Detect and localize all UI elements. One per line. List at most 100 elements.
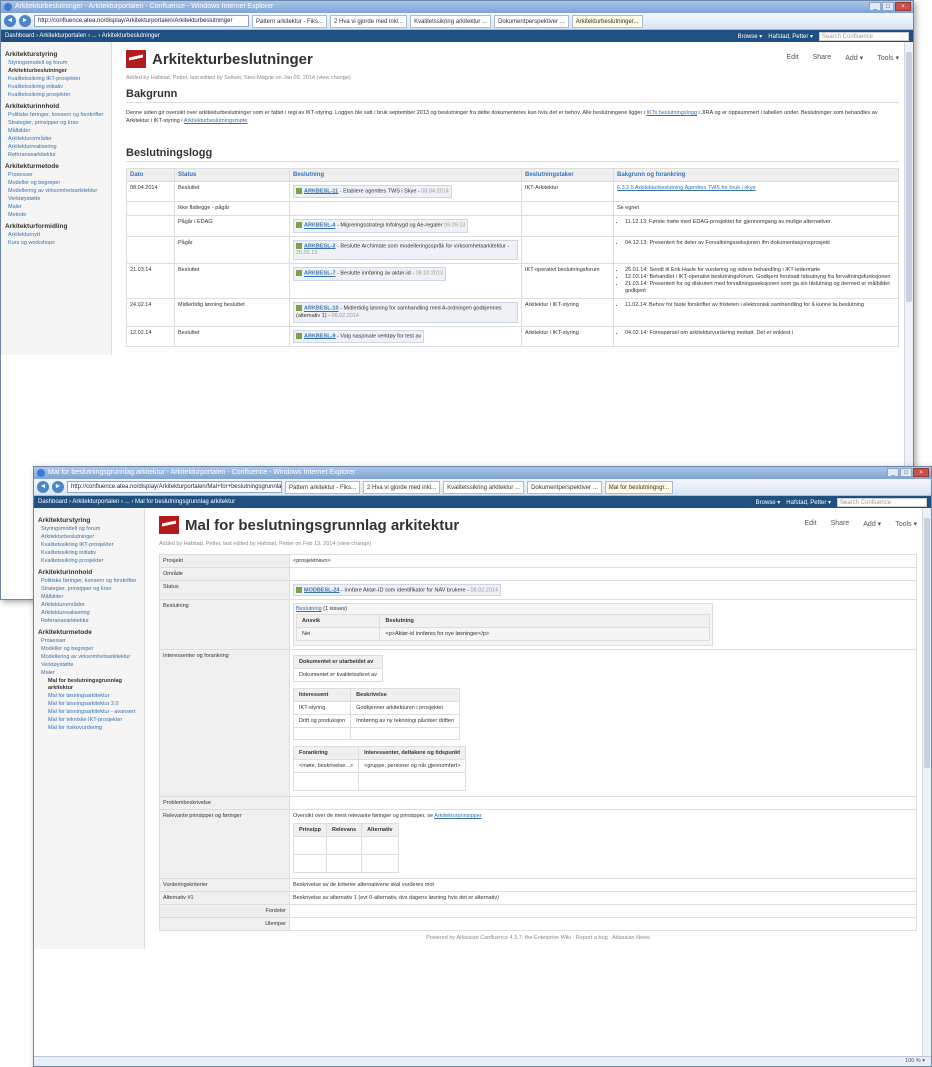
tab[interactable]: Kvalitetssikring arkitektur ... xyxy=(443,480,525,494)
sidebar-item[interactable]: Arkitekturnytt xyxy=(8,232,107,239)
tools-button[interactable]: Tools ▾ xyxy=(877,54,899,62)
col-header[interactable]: Beslutning xyxy=(379,614,710,629)
tab[interactable]: Dokumentperspektiver ... xyxy=(494,14,569,28)
sidebar-item[interactable]: Referansearkitektur xyxy=(8,152,107,159)
sidebar-item[interactable]: Politiske føringer, konsern og forskrift… xyxy=(41,578,140,585)
background-link[interactable]: 6.3.2.5 Arkitekturbeslutning Agenttes TW… xyxy=(617,185,756,191)
browse-menu[interactable]: Browse ▾ xyxy=(738,33,763,40)
sidebar-item[interactable]: Referansearkitektur xyxy=(41,618,140,625)
sidebar-item[interactable]: Modellering av virksomhetsarkitektur xyxy=(41,654,140,661)
search-input[interactable]: Search Confluence xyxy=(837,497,927,507)
breadcrumb[interactable]: Dashboard › Arkitekturportalen › ... › M… xyxy=(38,499,235,505)
sidebar-item[interactable]: Strategier, prinsipper og krav xyxy=(8,120,107,127)
scroll-thumb[interactable] xyxy=(924,518,930,768)
tab-active[interactable]: Arkitekturbeslutninger... xyxy=(571,14,643,28)
sidebar-item[interactable]: Verktøystøtte xyxy=(8,196,107,203)
close-button[interactable]: × xyxy=(913,468,929,477)
jira-issue[interactable]: ARKBESL-4 - Migreringsstrategi Infolnygd… xyxy=(293,219,469,233)
user-menu[interactable]: Hafstad, Petter ▾ xyxy=(786,499,831,506)
sidebar-item[interactable]: Metode xyxy=(8,212,107,219)
close-button[interactable]: × xyxy=(895,2,911,11)
jira-issue[interactable]: ARKBESL-11 - Etablere agenttes TWS i Sky… xyxy=(293,185,452,199)
tab-active[interactable]: Mal for beslutningsgr... xyxy=(604,480,674,494)
sidebar-item[interactable]: Prosesser xyxy=(8,172,107,179)
maximize-button[interactable]: □ xyxy=(900,468,912,477)
minimize-button[interactable]: _ xyxy=(869,2,881,11)
jira-issue[interactable]: MODBESL-24 - Innføre Aktør-ID som identi… xyxy=(293,584,502,597)
forward-icon[interactable]: ► xyxy=(19,15,31,27)
share-button[interactable]: Share xyxy=(813,54,832,62)
link-beslutningslogg[interactable]: IKTs beslutningslogg xyxy=(647,110,697,116)
sidebar-subitem[interactable]: Mal for risikovurdering xyxy=(48,725,140,732)
sidebar-item[interactable]: Arkitekturbeslutninger xyxy=(41,534,140,541)
sidebar-subitem[interactable]: Mal for løsningsarkitektur xyxy=(48,693,140,700)
address-bar[interactable]: http://confluence.atea.no/display/Arkite… xyxy=(67,481,282,493)
jira-issue[interactable]: ARKBESL-10 - Midlertidig løsning for sam… xyxy=(293,302,518,323)
browser-window-mal[interactable]: Mal for beslutningsgrunnlag arkitektur -… xyxy=(33,466,932,1067)
sidebar-subitem[interactable]: Mal for beslutningsgrunnlag arkitektur xyxy=(48,678,140,692)
address-bar[interactable]: http://confluence.atea.no/display/Arkite… xyxy=(34,15,249,27)
sidebar-item[interactable]: Modellering av virksomhetsarkitektur xyxy=(8,188,107,195)
sidebar-item[interactable]: Kvalitetssikring prosjekter xyxy=(8,92,107,99)
back-icon[interactable]: ◄ xyxy=(4,15,16,27)
tab[interactable]: Pattern arkitektur - Fiks... xyxy=(285,480,361,494)
sidebar-item[interactable]: Strategier, prinsipper og krav xyxy=(41,586,140,593)
col-header[interactable]: Beslutningstaker xyxy=(521,168,614,182)
jira-issue[interactable]: ARKBESL-9 - Valg nasjonale verktøy for t… xyxy=(293,329,425,344)
sidebar-item[interactable]: Maler xyxy=(41,670,140,677)
sidebar-item[interactable]: Kurs og workshops xyxy=(8,240,107,247)
jira-filter-link[interactable]: Beslutning xyxy=(296,606,322,612)
forward-icon[interactable]: ► xyxy=(52,481,64,493)
sidebar-item[interactable]: Modeller og begreper xyxy=(41,646,140,653)
search-input[interactable]: Search Confluence xyxy=(819,31,909,41)
maximize-button[interactable]: □ xyxy=(882,2,894,11)
col-header[interactable]: Beslutning xyxy=(289,168,522,182)
sidebar-item[interactable]: Politiske føringer, konsern og forskrift… xyxy=(8,112,107,119)
col-header[interactable]: Bakgrunn og forankring xyxy=(613,168,899,182)
sidebar-item[interactable]: Modeller og begreper xyxy=(8,180,107,187)
tab[interactable]: Kvalitetssikring arkitektur ... xyxy=(410,14,492,28)
share-button[interactable]: Share xyxy=(831,520,850,528)
sidebar-item[interactable]: Styringsmodell og forum xyxy=(41,526,140,533)
issue-key[interactable]: ARKBESL-11 xyxy=(304,188,338,194)
tab[interactable]: 2 Hva vi gjorde med inkl... xyxy=(330,14,408,28)
jira-issue[interactable]: ARKBESL-7 - Beslutte innføring av aktør-… xyxy=(293,267,447,281)
sidebar-item[interactable]: Prosesser xyxy=(41,638,140,645)
zoom-level[interactable]: 100 % ▾ xyxy=(905,1058,925,1064)
sidebar-item[interactable]: Kvalitetssikring initiativ xyxy=(41,550,140,557)
scroll-thumb[interactable] xyxy=(906,52,912,302)
sidebar-item[interactable]: Kvalitetssikring initiativ xyxy=(8,84,107,91)
sidebar-item[interactable]: Maler xyxy=(8,204,107,211)
link-arkitekturprinsipper[interactable]: Arkitekturprinsipper xyxy=(434,813,481,819)
sidebar-item[interactable]: Kvalitetssikring IKT-prosjekter xyxy=(41,542,140,549)
tab[interactable]: 2 Hva vi gjorde med inkl... xyxy=(363,480,441,494)
sidebar-subitem[interactable]: Mal for tekniske IKT-prosjekter xyxy=(48,717,140,724)
sidebar-subitem[interactable]: Mal for løsningsarkitektur - avansert xyxy=(48,709,140,716)
sidebar-item[interactable]: Kvalitetssikring prosjekter xyxy=(41,558,140,565)
jira-issue[interactable]: ARKBESL-3 - Beslutte Archimate som model… xyxy=(293,239,518,261)
add-button[interactable]: Add ▾ xyxy=(845,54,863,62)
sidebar-item[interactable]: Verktøystøtte xyxy=(41,662,140,669)
link-beslutningsmote[interactable]: Arkitekturbeslutningsmøte xyxy=(184,118,248,124)
sidebar-subitem[interactable]: Mal for løsningsarkitektur 2.0 xyxy=(48,701,140,708)
sidebar-item[interactable]: Målbilder xyxy=(8,128,107,135)
edit-button[interactable]: Edit xyxy=(787,54,799,62)
sidebar-item[interactable]: Arkitekturrealisering xyxy=(8,144,107,151)
tools-button[interactable]: Tools ▾ xyxy=(895,520,917,528)
breadcrumb[interactable]: Dashboard › Arkitekturportalen › ... › A… xyxy=(5,33,160,39)
issue-key[interactable]: ARKBESL-7 xyxy=(304,271,335,277)
issue-key[interactable]: ARKBESL-10 xyxy=(304,306,339,312)
scrollbar[interactable] xyxy=(922,508,931,1056)
edit-button[interactable]: Edit xyxy=(805,520,817,528)
sidebar-item[interactable]: Arkitekturrealisering xyxy=(41,610,140,617)
add-button[interactable]: Add ▾ xyxy=(863,520,881,528)
back-icon[interactable]: ◄ xyxy=(37,481,49,493)
tab[interactable]: Dokumentperspektiver ... xyxy=(527,480,602,494)
minimize-button[interactable]: _ xyxy=(887,468,899,477)
sidebar-item[interactable]: Arkitekturområder xyxy=(41,602,140,609)
sidebar-item[interactable]: Målbilder xyxy=(41,594,140,601)
issue-key[interactable]: ARKBESL-9 xyxy=(304,333,335,339)
issue-key[interactable]: ARKBESL-3 xyxy=(304,243,335,249)
browse-menu[interactable]: Browse ▾ xyxy=(756,499,781,506)
issue-key[interactable]: ARKBESL-4 xyxy=(304,223,335,229)
